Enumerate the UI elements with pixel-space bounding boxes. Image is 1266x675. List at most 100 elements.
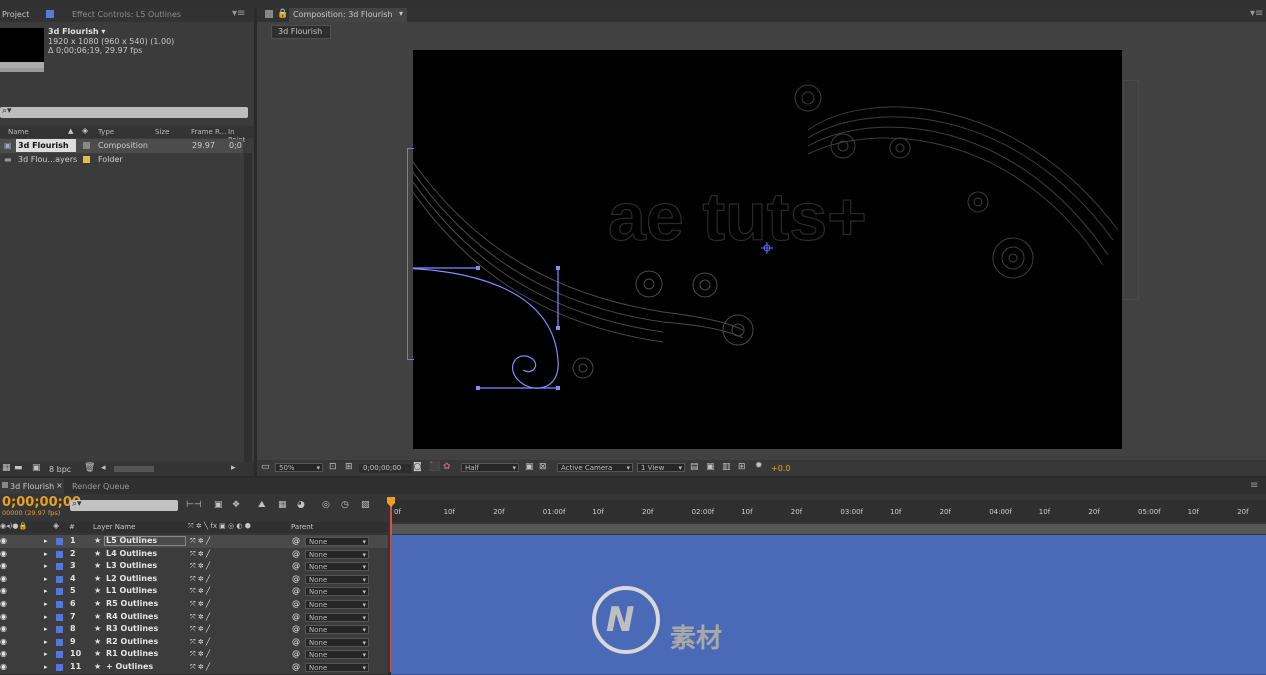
transparency-grid-icon[interactable]: ⊞: [345, 462, 353, 472]
tab-dropdown-icon[interactable]: ▾: [399, 9, 403, 18]
eye-icon[interactable]: ◉: [0, 573, 7, 586]
layer-row[interactable]: ◉ ▸ 2 ★ L4 Outlines ⤧ ✲ ╱ @ None ▾: [0, 547, 388, 562]
label-color-icon[interactable]: [56, 664, 63, 671]
comp-viewer-canvas[interactable]: ae tuts+: [413, 50, 1122, 449]
label-color-icon[interactable]: [56, 651, 63, 659]
transparency-icon[interactable]: ⊠: [539, 462, 547, 472]
render-queue-tab[interactable]: Render Queue: [72, 482, 129, 491]
layer-duration-bar[interactable]: [391, 547, 1266, 562]
project-item-comp[interactable]: ▣ 3d Flourish Composition 29.97 0;0: [0, 139, 243, 153]
eye-icon[interactable]: ◉: [0, 598, 7, 611]
magnification-dropdown[interactable]: 50% ▾: [275, 463, 323, 472]
motion-blur-icon[interactable]: ◕: [297, 500, 305, 510]
comp-breadcrumb[interactable]: 3d Flourish: [271, 25, 331, 39]
pickwhip-icon[interactable]: @: [292, 623, 300, 636]
resolution-dropdown[interactable]: Half ▾: [461, 463, 519, 472]
project-scrollbar[interactable]: [244, 153, 252, 465]
pickwhip-icon[interactable]: @: [292, 535, 300, 548]
pickwhip-icon[interactable]: @: [292, 598, 300, 611]
region-of-interest-icon[interactable]: ▣: [525, 462, 534, 472]
pickwhip-icon[interactable]: @: [292, 573, 300, 586]
layer-duration-bar[interactable]: [391, 623, 1266, 637]
show-snapshot-icon[interactable]: ⬛: [429, 462, 440, 472]
layer-row[interactable]: ◉ ▸ 6 ★ R5 Outlines ⤧ ✲ ╱ @ None ▾: [0, 598, 388, 612]
label-color-icon[interactable]: [56, 626, 63, 634]
col-type[interactable]: Type: [98, 128, 114, 136]
eye-icon[interactable]: ◉: [0, 648, 7, 661]
layer-row[interactable]: ◉ ▸ 4 ★ L2 Outlines ⤧ ✲ ╱ @ None ▾: [0, 572, 388, 587]
layer-row[interactable]: ◉ ▸ 10 ★ R1 Outlines ⤧ ✲ ╱ @ None ▾: [0, 648, 388, 662]
expand-twirl-icon[interactable]: ▸: [44, 648, 48, 661]
draft-3d-icon[interactable]: ❖: [232, 500, 240, 510]
eye-icon[interactable]: ◉: [0, 623, 7, 636]
pickwhip-icon[interactable]: @: [292, 636, 300, 649]
parent-dropdown[interactable]: None ▾: [305, 562, 369, 572]
layer-name[interactable]: R2 Outlines: [106, 636, 158, 649]
auto-keyframe-icon[interactable]: ◷: [341, 500, 349, 510]
fast-previews-icon[interactable]: ▣: [706, 462, 715, 472]
layer-name[interactable]: L1 Outlines: [106, 585, 157, 598]
col-name[interactable]: Name: [8, 128, 29, 136]
timeline-tab[interactable]: 3d Flourish: [10, 482, 54, 491]
layer-duration-bar[interactable]: [391, 560, 1266, 574]
eye-icon[interactable]: ◉: [0, 611, 7, 624]
pickwhip-icon[interactable]: @: [292, 585, 300, 598]
eye-icon[interactable]: ◉: [0, 560, 7, 573]
expand-twirl-icon[interactable]: ▸: [44, 598, 48, 611]
close-tab-icon[interactable]: ×: [56, 481, 63, 490]
layer-duration-bar[interactable]: [391, 598, 1266, 612]
bpc-label[interactable]: 8 bpc: [49, 465, 71, 474]
layer-row[interactable]: ◉ ▸ 8 ★ R3 Outlines ⤧ ✲ ╱ @ None ▾: [0, 623, 388, 637]
label-color-icon[interactable]: [56, 638, 63, 646]
frame-blending-icon[interactable]: ▦: [278, 500, 287, 510]
layer-row[interactable]: ◉ ▸ 11 ★ + Outlines ⤧ ✲ ╱ @ None ▾: [0, 661, 388, 675]
layer-duration-bar[interactable]: [391, 535, 1266, 549]
parent-dropdown[interactable]: None ▾: [305, 587, 369, 597]
expand-twirl-icon[interactable]: ▸: [44, 585, 48, 598]
parent-dropdown[interactable]: None ▾: [305, 650, 369, 660]
layer-switches-icon[interactable]: ⤧ ✲ ╱: [190, 611, 210, 624]
flowchart-icon[interactable]: ⊞: [738, 462, 746, 472]
graph-editor-icon[interactable]: ▧: [361, 500, 370, 510]
always-preview-icon[interactable]: ▭: [261, 462, 270, 472]
layer-name[interactable]: R5 Outlines: [106, 598, 158, 611]
panel-menu-icon[interactable]: ▾≡: [232, 8, 245, 19]
eye-icon[interactable]: ◉: [0, 585, 7, 598]
exposure-icon[interactable]: ✹: [755, 461, 763, 471]
brainstorm-icon[interactable]: ◎: [322, 500, 330, 510]
label-color-icon[interactable]: [56, 575, 63, 583]
label-color-icon[interactable]: [56, 588, 63, 596]
layer-duration-bar[interactable]: [391, 572, 1266, 587]
layer-row[interactable]: ◉ ▸ 1 ★ L5 Outlines ⤧ ✲ ╱ @ None ▾: [0, 535, 388, 549]
layer-duration-bar[interactable]: [391, 661, 1266, 675]
work-area-bar[interactable]: [390, 524, 1266, 534]
parent-dropdown[interactable]: None ▾: [305, 637, 369, 647]
expand-twirl-icon[interactable]: ▸: [44, 573, 48, 586]
layer-row[interactable]: ◉ ▸ 9 ★ R2 Outlines ⤧ ✲ ╱ @ None ▾: [0, 635, 388, 650]
scroll-left-icon[interactable]: ◂: [101, 463, 106, 473]
parent-dropdown[interactable]: None ▾: [305, 625, 369, 635]
parent-dropdown[interactable]: None ▾: [305, 574, 369, 584]
layer-name[interactable]: L4 Outlines: [106, 548, 157, 561]
parent-dropdown[interactable]: None ▾: [305, 600, 369, 609]
time-ruler[interactable]: [390, 500, 1266, 534]
layer-name[interactable]: L5 Outlines: [106, 535, 157, 548]
expand-twirl-icon[interactable]: ▸: [44, 636, 48, 649]
layer-switches-icon[interactable]: ⤧ ✲ ╱: [190, 636, 210, 649]
layer-row[interactable]: ◉ ▸ 3 ★ L3 Outlines ⤧ ✲ ╱ @ None ▾: [0, 560, 388, 574]
layer-switches-icon[interactable]: ⤧ ✲ ╱: [190, 548, 210, 561]
pickwhip-icon[interactable]: @: [292, 560, 300, 573]
parent-dropdown[interactable]: None ▾: [305, 537, 369, 546]
layer-name[interactable]: L3 Outlines: [106, 560, 157, 573]
camera-dropdown[interactable]: Active Camera ▾: [557, 463, 633, 472]
layer-name[interactable]: R4 Outlines: [106, 611, 158, 624]
channel-icon[interactable]: ✿: [443, 462, 451, 472]
label-color-icon[interactable]: [56, 550, 63, 558]
project-search-input[interactable]: ⌕▾: [0, 106, 248, 118]
safe-zones-icon[interactable]: ⊡: [329, 462, 337, 472]
layer-switches-icon[interactable]: ⤧ ✲ ╱: [190, 648, 210, 661]
eye-icon[interactable]: ◉: [0, 535, 7, 548]
hide-shy-icon[interactable]: ⛰: [258, 500, 266, 510]
layer-name[interactable]: R3 Outlines: [106, 623, 158, 636]
layer-switches-icon[interactable]: ⤧ ✲ ╱: [190, 535, 210, 548]
